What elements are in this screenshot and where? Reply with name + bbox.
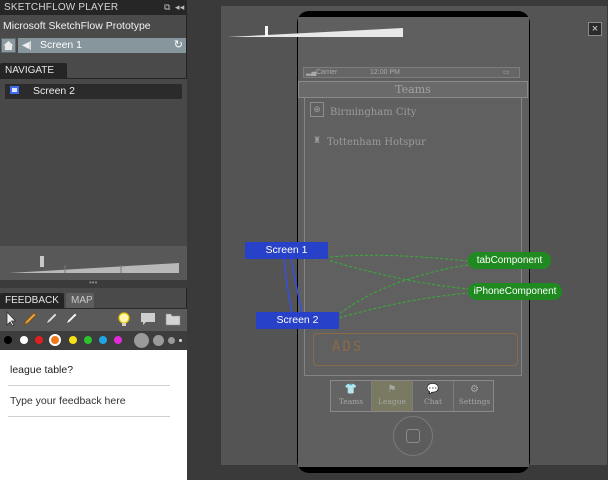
tottenham-crest-icon: ♜ [312, 135, 322, 145]
feedback-entry[interactable]: league table? [10, 364, 73, 376]
brush-size-tiny[interactable] [179, 339, 182, 342]
shirt-icon: 👕 [344, 384, 358, 395]
map-node-screen-2[interactable]: Screen 2 [256, 312, 339, 329]
map-node-iphone-component[interactable]: iPhoneComponent [468, 283, 562, 300]
status-carrier: Carrier [316, 69, 338, 76]
player-title: SKETCHFLOW PLAYER [4, 2, 119, 13]
tab-league[interactable]: ⚑ League [372, 381, 413, 411]
signal-icon: ▂▄ [306, 69, 317, 76]
map-node-screen-1[interactable]: Screen 1 [245, 242, 328, 259]
left-panel: SKETCHFLOW PLAYER ⧉ ◂◂ Microsoft SketchF… [0, 0, 187, 480]
nav-item-screen-2[interactable]: Screen 2 [5, 84, 182, 99]
map-node-tab-component[interactable]: tabComponent [468, 252, 551, 269]
home-square-icon [406, 429, 420, 443]
collapse-panel-icon[interactable]: ◂◂ [175, 0, 184, 15]
navigator-zoom-area [0, 246, 187, 280]
prototype-header: Teams [298, 81, 528, 98]
tab-feedback[interactable]: FEEDBACK [0, 293, 64, 308]
tab-label: Teams [338, 397, 364, 406]
player-titlebar: SKETCHFLOW PLAYER ⧉ ◂◂ [0, 0, 187, 15]
nav-item-label: Screen 2 [33, 85, 76, 97]
canvas-zoom-slider[interactable] [227, 26, 403, 38]
feedback-list: league table? Type your feedback here [0, 350, 187, 480]
color-orange-swatch[interactable] [49, 334, 61, 346]
tab-teams[interactable]: 👕 Teams [331, 381, 372, 411]
team-item[interactable]: Tottenham Hotspur [327, 137, 426, 148]
eraser-icon[interactable] [62, 311, 80, 329]
zoom-slider[interactable] [9, 262, 179, 274]
tab-label: Chat [423, 397, 443, 406]
flag-icon: ⚑ [387, 384, 397, 395]
color-black-swatch[interactable] [4, 336, 12, 344]
feedback-input[interactable]: Type your feedback here [10, 395, 126, 407]
select-arrow-icon[interactable] [2, 310, 20, 329]
gear-icon: ⚙ [470, 384, 479, 395]
ads-label: ADS [332, 339, 364, 355]
back-arrow-icon[interactable]: ◀ [22, 38, 30, 53]
color-blue-swatch[interactable] [99, 336, 107, 344]
tab-navigate[interactable]: NAVIGATE [0, 63, 67, 78]
comment-icon[interactable] [139, 311, 157, 329]
highlighter-icon[interactable] [42, 311, 60, 329]
close-map-button[interactable]: × [588, 22, 602, 36]
color-red-swatch[interactable] [35, 336, 43, 344]
brush-size-medium[interactable] [153, 335, 164, 346]
screen-selector[interactable]: ◀ Screen 1 ↻ [18, 38, 186, 53]
pencil-icon[interactable] [21, 311, 39, 329]
color-yellow-swatch[interactable] [69, 336, 77, 344]
navigate-panel: Screen 2 [0, 78, 187, 246]
panel-splitter[interactable]: ••• [0, 278, 187, 288]
divider [8, 385, 170, 386]
brush-size-small[interactable] [168, 337, 175, 344]
tab-label: League [378, 397, 406, 406]
app-name: Microsoft SketchFlow Prototype [3, 20, 151, 32]
tab-settings[interactable]: ⚙ Settings [454, 381, 495, 411]
prototype-tabbar: 👕 Teams ⚑ League 💬 Chat ⚙ Settings [330, 380, 494, 412]
feedback-toolbar [0, 308, 187, 331]
battery-icon: ▭ [503, 69, 510, 76]
refresh-icon[interactable]: ↻ [174, 38, 183, 53]
brush-size-large[interactable] [134, 333, 149, 348]
zoom-slider-thumb[interactable] [40, 256, 44, 267]
color-magenta-swatch[interactable] [114, 336, 122, 344]
current-screen-label: Screen 1 [40, 39, 83, 51]
sketchflow-player: SKETCHFLOW PLAYER ⧉ ◂◂ Microsoft SketchF… [0, 0, 608, 480]
ink-palette [0, 331, 187, 350]
status-time: 12:00 PM [370, 69, 400, 76]
tab-label: Settings [458, 397, 491, 406]
home-button[interactable] [1, 38, 16, 53]
phone-home-button[interactable] [393, 416, 433, 456]
divider [8, 416, 170, 417]
chat-bubble-icon: 💬 [426, 384, 440, 395]
screen-navigation-bar: ◀ Screen 1 ↻ [0, 37, 187, 54]
tab-map[interactable]: MAP [66, 293, 94, 308]
grip-icon: ••• [89, 278, 98, 287]
team-item[interactable]: Birmingham City [330, 107, 416, 118]
selector-divider [30, 41, 31, 50]
home-icon [3, 41, 14, 50]
color-green-swatch[interactable] [84, 336, 92, 344]
tab-chat[interactable]: 💬 Chat [413, 381, 454, 411]
folder-icon[interactable] [164, 311, 182, 329]
birmingham-crest-icon: ⊕ [310, 102, 324, 117]
monitor-icon [10, 86, 19, 94]
lightbulb-icon[interactable] [115, 311, 133, 329]
popout-icon[interactable]: ⧉ [164, 0, 171, 15]
color-white-swatch[interactable] [20, 336, 28, 344]
